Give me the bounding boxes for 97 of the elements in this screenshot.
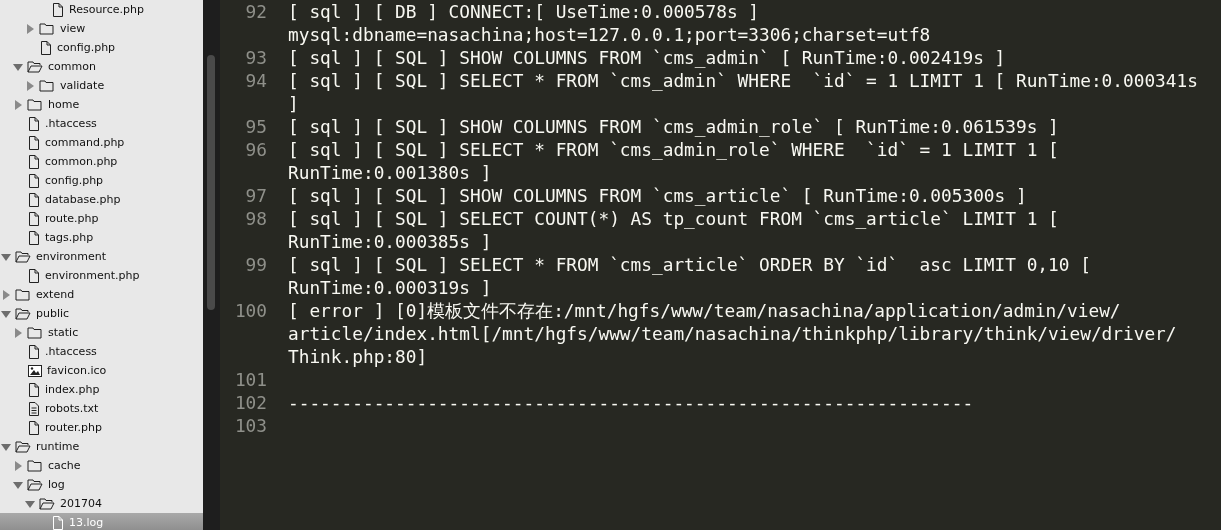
log-text: ] <box>288 92 299 115</box>
tree-item[interactable]: static <box>0 323 203 342</box>
folder-icon <box>27 98 43 111</box>
file-icon <box>28 154 40 169</box>
line-number: 102 <box>233 391 267 414</box>
line-number: 101 <box>233 368 267 391</box>
folder-icon <box>39 79 55 92</box>
file-icon <box>40 40 52 55</box>
open-folder-icon <box>15 440 31 453</box>
open-folder-icon <box>27 478 43 491</box>
log-text: RunTime:0.000319s ] <box>288 276 492 299</box>
line-number: 92 <box>244 0 267 23</box>
line-number: 97 <box>244 184 267 207</box>
log-text: ---------------------------------------------------------------- <box>288 391 974 414</box>
caret-icon[interactable] <box>1 308 11 319</box>
file-icon <box>28 420 40 435</box>
line-number: 95 <box>244 115 267 138</box>
tree-item[interactable]: extend <box>0 285 203 304</box>
tree-item[interactable]: .htaccess <box>0 114 203 133</box>
caret-icon[interactable] <box>1 441 11 452</box>
tree-item[interactable]: config.php <box>0 38 203 57</box>
caret-icon[interactable] <box>13 460 23 471</box>
open-folder-icon <box>15 250 31 263</box>
folder-icon <box>39 22 55 35</box>
tree-item[interactable]: tags.php <box>0 228 203 247</box>
caret-icon[interactable] <box>25 23 35 34</box>
line-number: 93 <box>244 46 267 69</box>
log-text: [ sql ] [ SQL ] SELECT * FROM `cms_admin` WHERE `id` = 1 LIMIT 1 [ RunTime:0.000341s <box>288 69 1198 92</box>
tree-item[interactable]: .htaccess <box>0 342 203 361</box>
line-number: 94 <box>244 69 267 92</box>
log-text: [ sql ] [ SQL ] SHOW COLUMNS FROM `cms_article` [ RunTime:0.005300s ] <box>288 184 1027 207</box>
caret-icon[interactable] <box>25 498 35 509</box>
file-icon <box>28 344 40 359</box>
file-icon <box>28 192 40 207</box>
log-text: [ sql ] [ DB ] CONNECT:[ UseTime:0.000578s ] <box>288 0 760 23</box>
file-icon <box>52 515 64 530</box>
tree-item[interactable]: validate <box>0 76 203 95</box>
log-text: RunTime:0.001380s ] <box>288 161 492 184</box>
caret-icon[interactable] <box>1 289 11 300</box>
folder-icon <box>15 288 31 301</box>
open-folder-icon <box>27 60 43 73</box>
caret-icon[interactable] <box>13 99 23 110</box>
line-number: 98 <box>244 207 267 230</box>
line-number: 99 <box>244 253 267 276</box>
tree-item[interactable]: Resource.php <box>0 0 203 19</box>
log-text: [ sql ] [ SQL ] SELECT * FROM `cms_article` ORDER BY `id` asc LIMIT 0,10 [ <box>288 253 1091 276</box>
file-icon <box>28 116 40 131</box>
log-text: [ sql ] [ SQL ] SHOW COLUMNS FROM `cms_admin_role` [ RunTime:0.061539s ] <box>288 115 1059 138</box>
log-text: mysql:dbname=nasachina;host=127.0.0.1;port=3306;charset=utf8 <box>288 23 931 46</box>
open-folder-icon <box>39 497 55 510</box>
tree-item[interactable]: database.php <box>0 190 203 209</box>
line-number: 100 <box>233 299 267 322</box>
folder-icon <box>27 459 43 472</box>
log-text: [ sql ] [ SQL ] SELECT COUNT(*) AS tp_count FROM `cms_article` LIMIT 1 [ <box>288 207 1059 230</box>
file-icon <box>28 268 40 283</box>
file-icon <box>28 173 40 188</box>
tree-item[interactable]: route.php <box>0 209 203 228</box>
tree-item[interactable]: log <box>0 475 203 494</box>
caret-icon[interactable] <box>13 61 23 72</box>
tree-item[interactable]: common.php <box>0 152 203 171</box>
tree-item[interactable]: index.php <box>0 380 203 399</box>
line-number: 96 <box>244 138 267 161</box>
tree-item[interactable]: robots.txt <box>0 399 203 418</box>
open-folder-icon <box>15 307 31 320</box>
tree-item[interactable]: router.php <box>0 418 203 437</box>
log-text: article/index.html[/mnt/hgfs/www/team/nasachina/thinkphp/library/think/view/driver/ <box>288 322 1177 345</box>
log-text: [ sql ] [ SQL ] SHOW COLUMNS FROM `cms_admin` [ RunTime:0.002419s ] <box>288 46 1006 69</box>
tree-item[interactable]: 201704 <box>0 494 203 513</box>
file-icon <box>28 211 40 226</box>
tree-item[interactable]: environment.php <box>0 266 203 285</box>
file-icon <box>52 2 64 17</box>
line-number: 103 <box>233 414 267 437</box>
tree-item[interactable]: cache <box>0 456 203 475</box>
scrollbar-thumb[interactable] <box>207 55 215 310</box>
tree-item[interactable]: environment <box>0 247 203 266</box>
log-text: RunTime:0.000385s ] <box>288 230 492 253</box>
tree-item[interactable]: command.php <box>0 133 203 152</box>
file-icon <box>28 382 40 397</box>
folder-icon <box>27 326 43 339</box>
text-file-icon <box>28 401 40 416</box>
file-icon <box>28 230 40 245</box>
tree-item[interactable]: favicon.ico <box>0 361 203 380</box>
caret-icon[interactable] <box>13 327 23 338</box>
tree-item[interactable]: common <box>0 57 203 76</box>
log-text: [ error ] [0]模板文件不存在:/mnt/hgfs/www/team/nasachina/application/admin/view/ <box>288 299 1121 322</box>
caret-icon[interactable] <box>13 479 23 490</box>
tree-item[interactable]: home <box>0 95 203 114</box>
log-text: [ sql ] [ SQL ] SELECT * FROM `cms_admin_role` WHERE `id` = 1 LIMIT 1 [ <box>288 138 1059 161</box>
tree-item[interactable]: config.php <box>0 171 203 190</box>
tree-item[interactable]: runtime <box>0 437 203 456</box>
image-file-icon <box>28 364 42 377</box>
tree-item[interactable]: view <box>0 19 203 38</box>
log-text: Think.php:80] <box>288 345 428 368</box>
file-icon <box>28 135 40 150</box>
caret-icon[interactable] <box>1 251 11 262</box>
caret-icon[interactable] <box>25 80 35 91</box>
tree-item[interactable]: public <box>0 304 203 323</box>
